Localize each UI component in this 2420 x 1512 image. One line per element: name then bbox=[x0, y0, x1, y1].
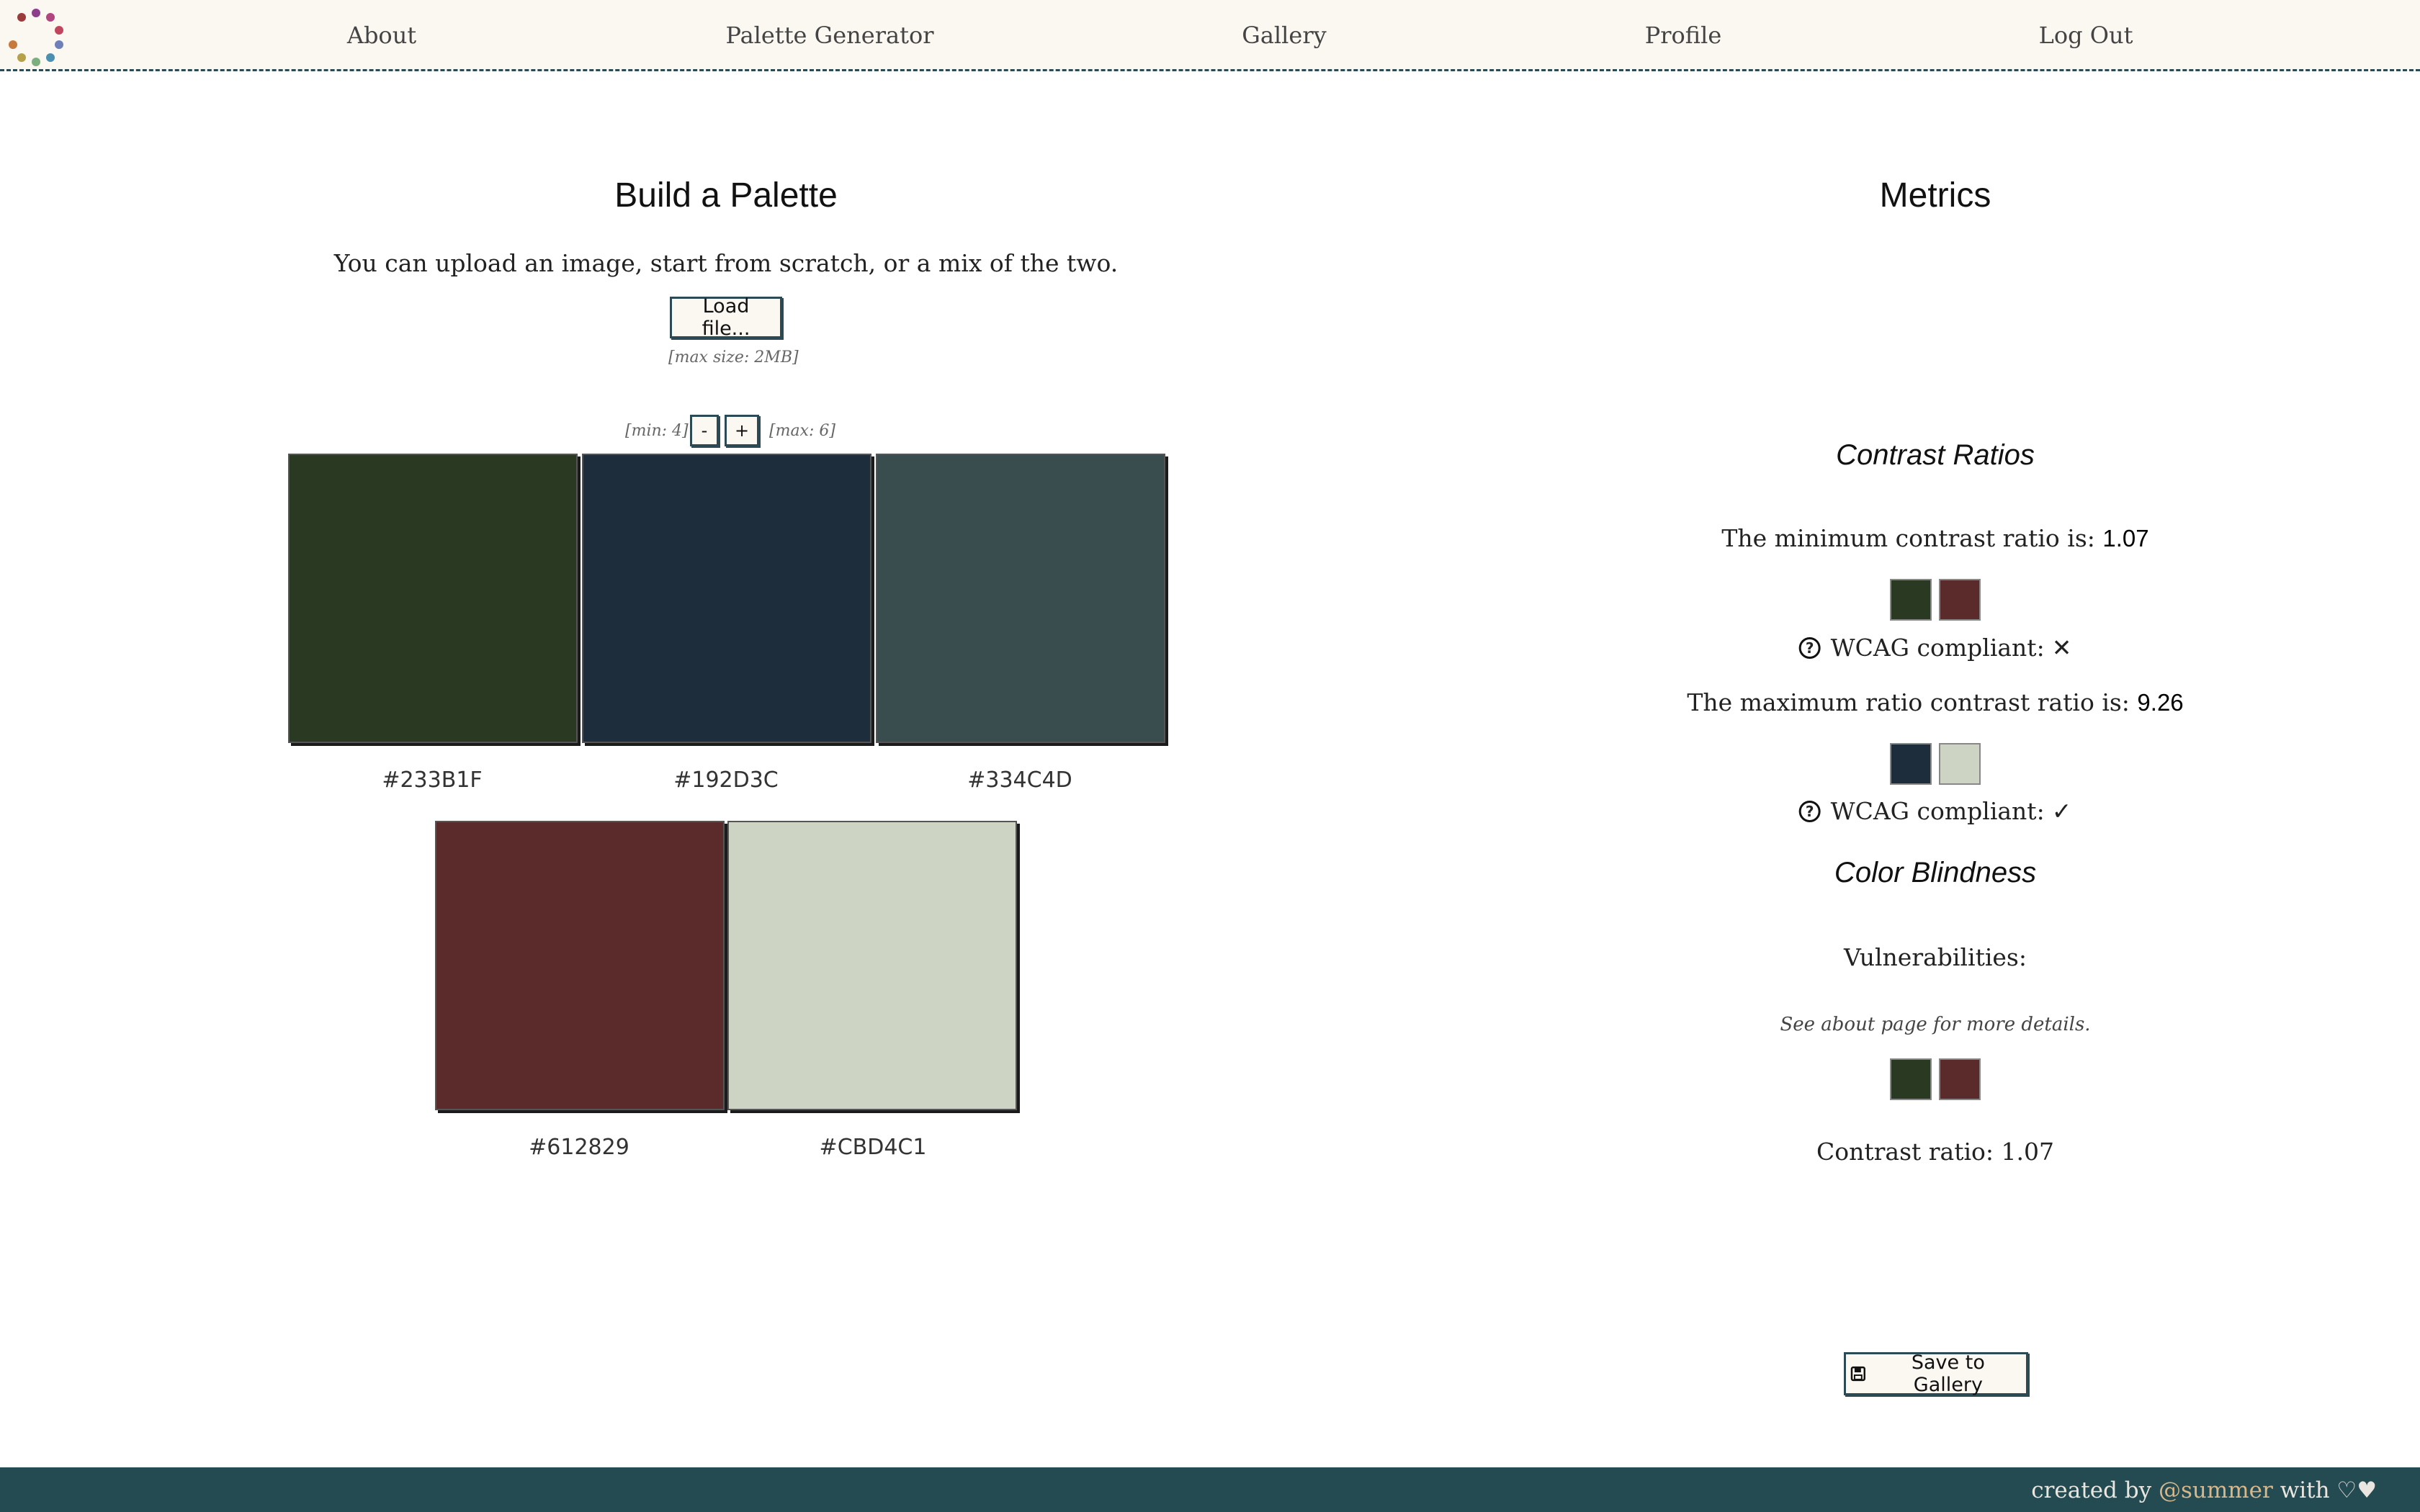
load-file-button[interactable]: Load file... bbox=[670, 295, 782, 340]
max-contrast-line: The maximum ratio contrast ratio is: 9.2… bbox=[1687, 688, 2183, 716]
save-to-gallery-label: Save to Gallery bbox=[1911, 1351, 1985, 1396]
vulnerabilities-label: Vulnerabilities: bbox=[1844, 943, 2027, 971]
min-count-note: [min: 4] bbox=[625, 422, 689, 440]
footer-prefix: created by bbox=[2031, 1477, 2152, 1503]
metrics-heading: Metrics bbox=[1879, 176, 1991, 215]
swatch-3[interactable] bbox=[876, 454, 1165, 743]
palette-logo-icon[interactable] bbox=[6, 6, 66, 66]
swatch-5-hex[interactable]: #CBD4C1 bbox=[820, 1135, 927, 1160]
min-wcag-row: ? WCAG compliant: ✕ bbox=[1798, 634, 2072, 662]
nav-about-link[interactable]: About bbox=[347, 22, 416, 49]
nav-palette-generator-link[interactable]: Palette Generator bbox=[725, 22, 933, 49]
swatch-1[interactable] bbox=[288, 454, 578, 743]
min-contrast-value: 1.07 bbox=[2102, 525, 2149, 552]
swatch-4-hex[interactable]: #612829 bbox=[529, 1135, 629, 1160]
max-wcag-pass-mark: ✓ bbox=[2051, 797, 2072, 825]
builder-description: You can upload an image, start from scra… bbox=[333, 249, 1119, 277]
nav-profile-link[interactable]: Profile bbox=[1645, 22, 1722, 49]
contrast-ratios-heading: Contrast Ratios bbox=[1836, 439, 2035, 471]
color-blindness-heading: Color Blindness bbox=[1834, 857, 2037, 888]
swatch-1-hex[interactable]: #233B1F bbox=[382, 768, 482, 793]
min-contrast-label: The minimum contrast ratio is: bbox=[1721, 524, 2095, 552]
max-count-note: [max: 6] bbox=[769, 422, 835, 440]
max-wcag-label: WCAG compliant: bbox=[1830, 797, 2045, 825]
min-wcag-label: WCAG compliant: bbox=[1830, 634, 2045, 662]
max-wcag-row: ? WCAG compliant: ✓ bbox=[1798, 797, 2072, 825]
author-link[interactable]: @summer bbox=[2159, 1477, 2273, 1503]
footer-suffix: with ♡♥ bbox=[2280, 1477, 2377, 1503]
help-icon[interactable]: ? bbox=[1798, 636, 1821, 659]
max-contrast-label: The maximum ratio contrast ratio is: bbox=[1687, 688, 2130, 716]
nav-gallery-link[interactable]: Gallery bbox=[1242, 22, 1326, 49]
vuln-pair-swatch-b bbox=[1939, 1058, 1981, 1100]
min-pair-swatch-a bbox=[1890, 579, 1932, 621]
max-pair-swatch-b bbox=[1939, 743, 1981, 785]
about-page-note: See about page for more details. bbox=[1780, 1014, 2091, 1035]
max-contrast-value: 9.26 bbox=[2137, 689, 2184, 716]
max-pair-swatch-a bbox=[1890, 743, 1932, 785]
save-to-gallery-button[interactable]: Save to Gallery bbox=[1844, 1351, 2028, 1396]
footer-bar: created by @summer with ♡♥ bbox=[0, 1467, 2420, 1512]
remove-swatch-button[interactable]: - bbox=[690, 415, 719, 446]
min-contrast-line: The minimum contrast ratio is: 1.07 bbox=[1721, 524, 2148, 552]
max-size-note: [max size: 2MB] bbox=[668, 348, 799, 366]
add-swatch-button[interactable]: + bbox=[725, 415, 759, 446]
swatch-2-hex[interactable]: #192D3C bbox=[673, 768, 779, 793]
min-wcag-fail-mark: ✕ bbox=[2051, 634, 2072, 662]
swatch-2[interactable] bbox=[582, 454, 871, 743]
top-nav-bar: About Palette Generator Gallery Profile … bbox=[0, 0, 2420, 71]
swatch-5[interactable] bbox=[727, 821, 1017, 1110]
vuln-pair-swatch-a bbox=[1890, 1058, 1932, 1100]
vuln-contrast-ratio: Contrast ratio: 1.07 bbox=[1816, 1138, 2054, 1166]
swatch-4[interactable] bbox=[435, 821, 725, 1110]
footer-credit: created by @summer with ♡♥ bbox=[2031, 1477, 2377, 1503]
floppy-disk-icon bbox=[1850, 1366, 1865, 1382]
nav-logout-link[interactable]: Log Out bbox=[2039, 22, 2133, 49]
help-icon[interactable]: ? bbox=[1798, 800, 1821, 822]
swatch-3-hex[interactable]: #334C4D bbox=[967, 768, 1072, 793]
min-pair-swatch-b bbox=[1939, 579, 1981, 621]
build-palette-heading: Build a Palette bbox=[614, 176, 838, 215]
